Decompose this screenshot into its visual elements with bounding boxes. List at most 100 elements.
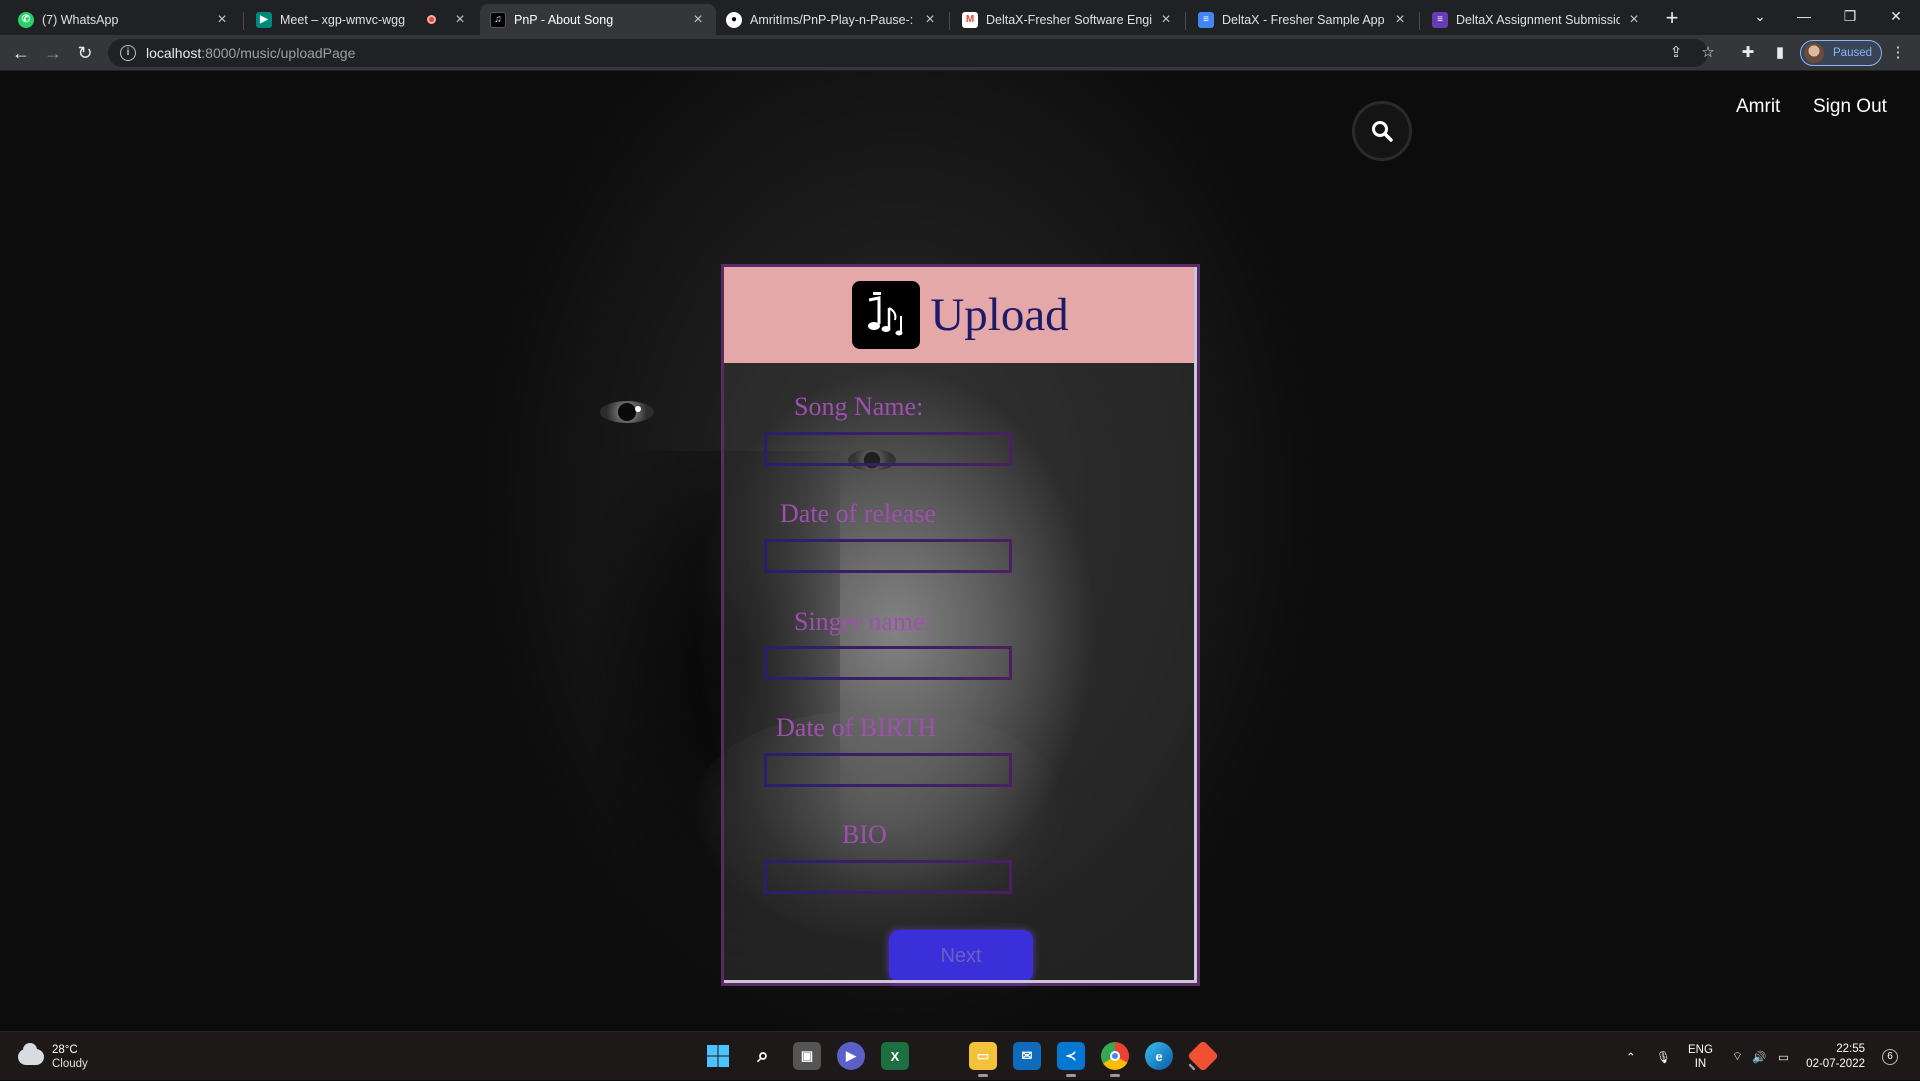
release-date-label: Date of release	[780, 499, 936, 528]
birth-date-input[interactable]	[764, 753, 1012, 787]
tab-gmail[interactable]: M DeltaX-Fresher Software Engine ×	[952, 4, 1184, 35]
volume-icon[interactable]: 🔊	[1752, 1032, 1766, 1081]
tab-title: PnP - About Song	[514, 12, 614, 27]
background-photo-eye	[600, 401, 654, 423]
git-icon[interactable]	[1187, 1040, 1219, 1072]
url-path: :8000/music/uploadPage	[201, 45, 356, 61]
cloud-icon	[18, 1043, 44, 1065]
taskbar-search-icon[interactable]: ⌕	[749, 1042, 777, 1070]
share-icon[interactable]: ⇪	[1666, 43, 1686, 63]
sign-out-link[interactable]: Sign Out	[1813, 96, 1887, 118]
gmail-icon: M	[962, 11, 978, 28]
vscode-icon[interactable]: ≺	[1057, 1042, 1085, 1077]
google-meet-icon: ▶	[256, 11, 272, 28]
music-logo-icon	[852, 281, 921, 349]
google-docs-icon: ≡	[1198, 11, 1214, 28]
singer-name-label: Singer name:	[794, 607, 932, 636]
tab-meet[interactable]: ▶ Meet – xgp-wmvc-wgg ×	[246, 4, 478, 35]
windows-taskbar: 28°C Cloudy ⌕ ▣ ▶ X ▭ ✉ ≺ e ⌃ 🎙 ENG IN ⌔…	[0, 1031, 1920, 1080]
song-name-input[interactable]	[764, 432, 1012, 466]
side-panel-icon[interactable]: ▮	[1770, 43, 1790, 63]
page-title: Upload	[930, 289, 1069, 341]
profile-button[interactable]: Paused	[1800, 40, 1882, 66]
card-header: Upload	[724, 267, 1197, 363]
next-button[interactable]: Next	[889, 930, 1033, 982]
weather-widget[interactable]: 28°C Cloudy	[18, 1043, 88, 1071]
tab-title: DeltaX-Fresher Software Engine	[986, 12, 1152, 27]
show-hidden-icons-chevron-icon[interactable]: ⌃	[1626, 1032, 1636, 1081]
weather-temperature: 28°C	[52, 1044, 78, 1056]
windows-logo-icon	[707, 1045, 729, 1067]
tab-title: Meet – xgp-wmvc-wgg	[280, 12, 406, 27]
tab-google-forms[interactable]: ≡ DeltaX Assignment Submission ×	[1422, 4, 1652, 35]
close-tab-icon[interactable]: ×	[214, 11, 230, 29]
site-info-icon[interactable]: i	[120, 45, 136, 61]
close-tab-icon[interactable]: ×	[690, 11, 706, 29]
language-code: ENG	[1688, 1043, 1713, 1056]
avatar	[1804, 43, 1824, 63]
pnp-music-icon: ♫	[490, 11, 506, 28]
clock[interactable]: 22:55 02-07-2022	[1805, 1042, 1865, 1072]
close-tab-icon[interactable]: ×	[1392, 11, 1408, 29]
tab-google-docs[interactable]: ≡ DeltaX - Fresher Sample App - S ×	[1188, 4, 1418, 35]
close-tab-icon[interactable]: ×	[922, 11, 938, 29]
close-window-button[interactable]: ✕	[1876, 4, 1916, 28]
tab-title: AmritIms/PnP-Play-n-Pause-: It c	[750, 12, 916, 27]
search-icon	[1372, 121, 1393, 142]
tab-whatsapp[interactable]: ✆ (7) WhatsApp ×	[8, 4, 240, 35]
bio-input[interactable]	[764, 860, 1012, 894]
restore-button[interactable]: ❐	[1830, 4, 1870, 28]
recording-indicator-icon	[427, 15, 436, 24]
close-tab-icon[interactable]: ×	[1158, 11, 1174, 29]
github-icon: ●	[726, 11, 742, 28]
google-forms-icon: ≡	[1432, 11, 1448, 28]
chrome-icon[interactable]	[1101, 1042, 1129, 1077]
browser-toolbar: ← → ↻ i localhost:8000/music/uploadPage …	[0, 35, 1920, 71]
reload-button[interactable]: ↻	[73, 41, 97, 65]
close-tab-icon[interactable]: ×	[452, 11, 468, 29]
excel-icon[interactable]: X	[881, 1042, 909, 1070]
tab-separator	[1419, 12, 1420, 30]
forward-button[interactable]: →	[41, 41, 65, 65]
search-button[interactable]	[1352, 101, 1412, 161]
upload-page: Amrit Sign Out Upload Song Name: Date of…	[0, 71, 1920, 1031]
browser-tab-bar: ✆ (7) WhatsApp × ▶ Meet – xgp-wmvc-wgg ×…	[0, 0, 1920, 35]
user-name-link[interactable]: Amrit	[1736, 96, 1780, 118]
file-explorer-icon[interactable]: ▭	[969, 1042, 997, 1077]
tab-separator	[949, 12, 950, 30]
song-name-label: Song Name:	[794, 392, 924, 421]
tab-github[interactable]: ● AmritIms/PnP-Play-n-Pause-: It c ×	[716, 4, 948, 35]
teams-chat-icon[interactable]: ▶	[837, 1042, 865, 1070]
url-host: localhost	[146, 45, 202, 61]
address-bar[interactable]: i localhost:8000/music/uploadPage	[108, 39, 1708, 67]
notification-badge[interactable]: 6	[1882, 1049, 1898, 1065]
extensions-puzzle-icon[interactable]: ✚	[1738, 43, 1758, 63]
tab-pnp-about-song[interactable]: ♫ PnP - About Song ×	[480, 4, 716, 35]
tab-title: (7) WhatsApp	[42, 12, 119, 27]
bookmark-star-icon[interactable]: ☆	[1698, 43, 1718, 63]
tab-separator	[1185, 12, 1186, 30]
close-tab-icon[interactable]: ×	[1626, 11, 1642, 29]
clock-date: 02-07-2022	[1806, 1058, 1865, 1070]
edge-icon[interactable]: e	[1145, 1042, 1173, 1070]
tab-search-chevron-icon[interactable]: ⌄	[1740, 4, 1780, 28]
language-indicator[interactable]: ENG IN	[1688, 1032, 1713, 1081]
birth-date-label: Date of BIRTH	[776, 713, 937, 742]
mail-icon[interactable]: ✉	[1013, 1042, 1041, 1070]
background-photo-glint	[635, 406, 641, 412]
chrome-menu-icon[interactable]: ⋮	[1888, 43, 1908, 63]
battery-icon[interactable]: ▭	[1778, 1032, 1789, 1081]
new-tab-button[interactable]: +	[1660, 6, 1684, 30]
tab-title: DeltaX - Fresher Sample App - S	[1222, 12, 1386, 27]
start-button[interactable]	[704, 1042, 732, 1070]
minimize-button[interactable]: —	[1784, 4, 1824, 28]
singer-name-input[interactable]	[764, 646, 1012, 680]
tab-separator	[243, 12, 244, 30]
clock-time: 22:55	[1836, 1043, 1865, 1055]
weather-condition: Cloudy	[52, 1058, 88, 1070]
release-date-input[interactable]	[764, 539, 1012, 573]
microphone-icon[interactable]: 🎙	[1656, 1032, 1671, 1081]
task-view-icon[interactable]: ▣	[793, 1042, 821, 1070]
back-button[interactable]: ←	[9, 41, 33, 65]
wifi-icon[interactable]: ⌔	[1732, 1032, 1743, 1081]
